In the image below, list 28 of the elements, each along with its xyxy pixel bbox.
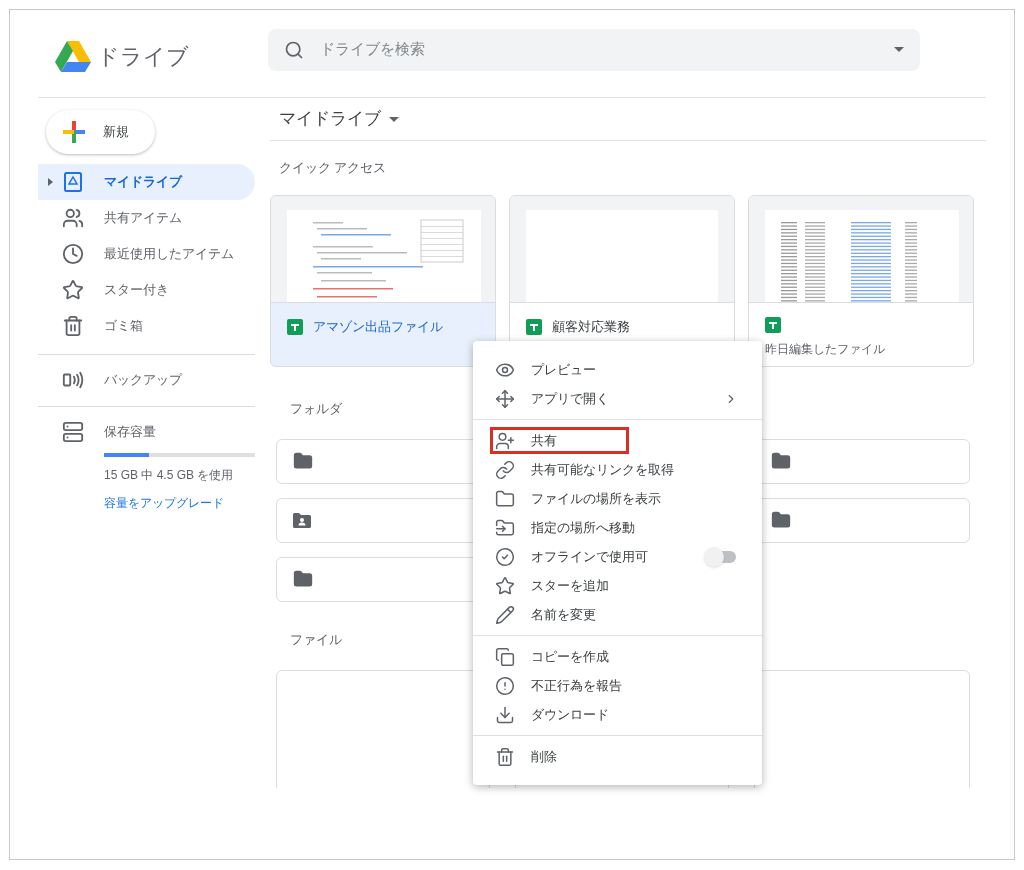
sidebar-item-label: バックアップ [104, 371, 182, 389]
menu-item-label: オフラインで使用可 [531, 547, 648, 566]
sidebar-item-label: 最近使用したアイテム [104, 245, 234, 263]
sidebar-item-label: ゴミ箱 [104, 317, 143, 335]
menu-item-label: 共有 [531, 431, 557, 450]
menu-item-label: 名前を変更 [531, 605, 596, 624]
menu-item-label: コピーを作成 [531, 647, 609, 666]
section-title: フォルダ [290, 400, 342, 418]
sidebar-item-label: 共有アイテム [104, 209, 182, 227]
menu-item-label: アプリで開く [531, 389, 609, 408]
sidebar-item-label: マイドライブ [104, 173, 182, 191]
menu-item-label: 削除 [531, 747, 557, 766]
menu-item-label: 共有可能なリンクを取得 [531, 460, 674, 479]
sidebar-item-label: スター付き [104, 281, 169, 299]
storage-usage: 15 GB 中 4.5 GB を使用 [104, 467, 235, 484]
menu-item-label: 不正行為を報告 [531, 676, 622, 695]
section-title: ファイル [290, 631, 342, 649]
menu-item-label: 指定の場所へ移動 [531, 518, 635, 537]
search-placeholder: ドライブを検索 [320, 39, 426, 60]
file-name: アマゾン出品ファイル [313, 317, 443, 336]
file-subtitle: 昨日編集したファイル [765, 341, 885, 357]
menu-item-label: スターを追加 [531, 576, 609, 595]
menu-item-label: ファイルの場所を表示 [531, 489, 661, 508]
section-title: クイック アクセス [279, 160, 387, 177]
app-title: ドライブ [97, 43, 189, 71]
menu-item-label: ダウンロード [531, 705, 609, 724]
storage-label: 保存容量 [104, 423, 156, 441]
file-name: 顧客対応業務 [552, 317, 630, 336]
